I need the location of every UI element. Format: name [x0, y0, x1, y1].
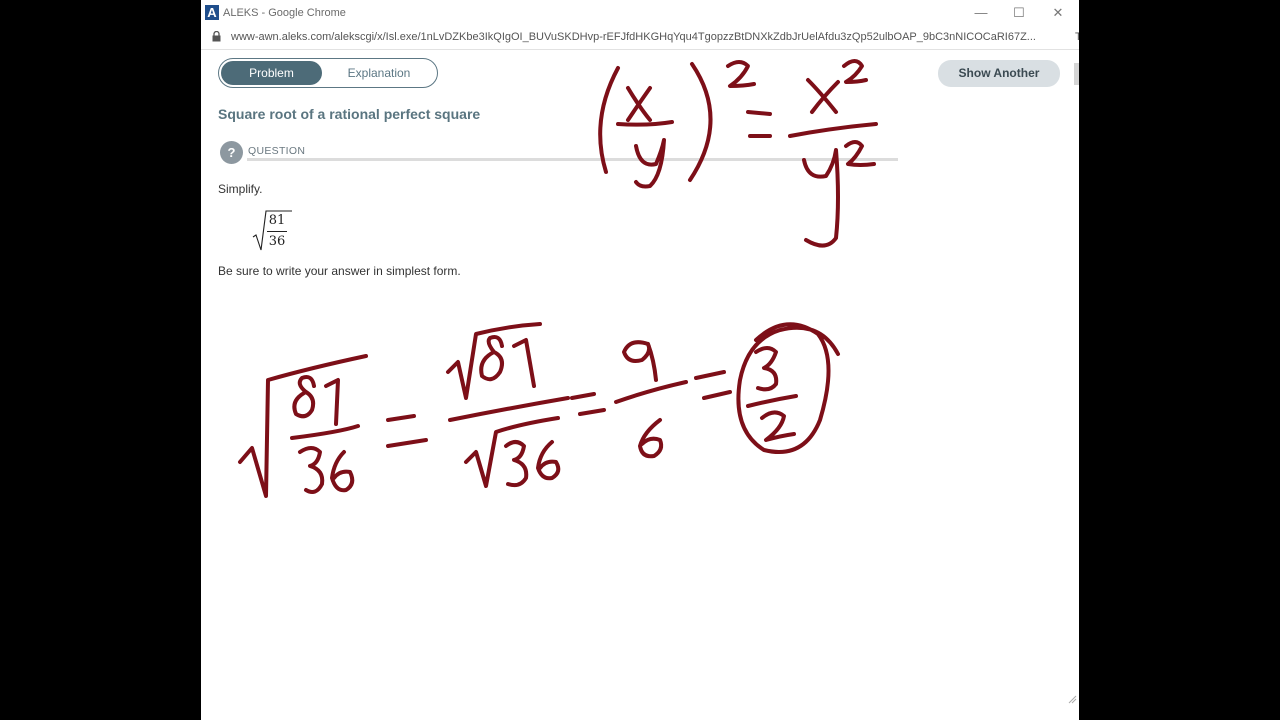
- question-mark-icon: ?: [220, 141, 243, 164]
- browser-window: A ALEKS - Google Chrome — ☐ ✕ www-awn.al…: [201, 0, 1079, 720]
- section-divider: [247, 158, 898, 161]
- window-title: ALEKS - Google Chrome: [223, 7, 346, 19]
- maximize-button[interactable]: ☐: [1009, 4, 1029, 22]
- fraction-numerator: 81: [268, 213, 286, 228]
- problem-heading: Square root of a rational perfect square: [218, 106, 481, 122]
- offscreen-mark: ›: [1072, 360, 1078, 380]
- lock-icon: [212, 31, 221, 42]
- resize-grip-icon[interactable]: [1067, 694, 1077, 704]
- scrollbar-thumb[interactable]: [1074, 63, 1079, 85]
- show-another-button[interactable]: Show Another: [938, 60, 1060, 87]
- url-text[interactable]: www-awn.aleks.com/alekscgi/x/Isl.exe/1nL…: [231, 31, 1036, 43]
- url-trailing-text: T: [1075, 31, 1079, 43]
- tab-problem[interactable]: Problem: [221, 61, 322, 85]
- tab-explanation[interactable]: Explanation: [324, 61, 434, 85]
- minimize-button[interactable]: —: [971, 4, 991, 22]
- fraction-bar: [267, 231, 287, 232]
- aleks-logo-icon: A: [205, 5, 219, 20]
- problem-explanation-tabs: Problem Explanation: [218, 58, 438, 88]
- question-prompt: Simplify.: [218, 182, 263, 196]
- fraction-denominator: 36: [268, 234, 286, 249]
- answer-instruction: Be sure to write your answer in simplest…: [218, 264, 461, 278]
- question-section-label: QUESTION: [248, 145, 306, 157]
- close-button[interactable]: ✕: [1048, 4, 1068, 22]
- title-bar: A ALEKS - Google Chrome — ☐ ✕: [201, 0, 1079, 27]
